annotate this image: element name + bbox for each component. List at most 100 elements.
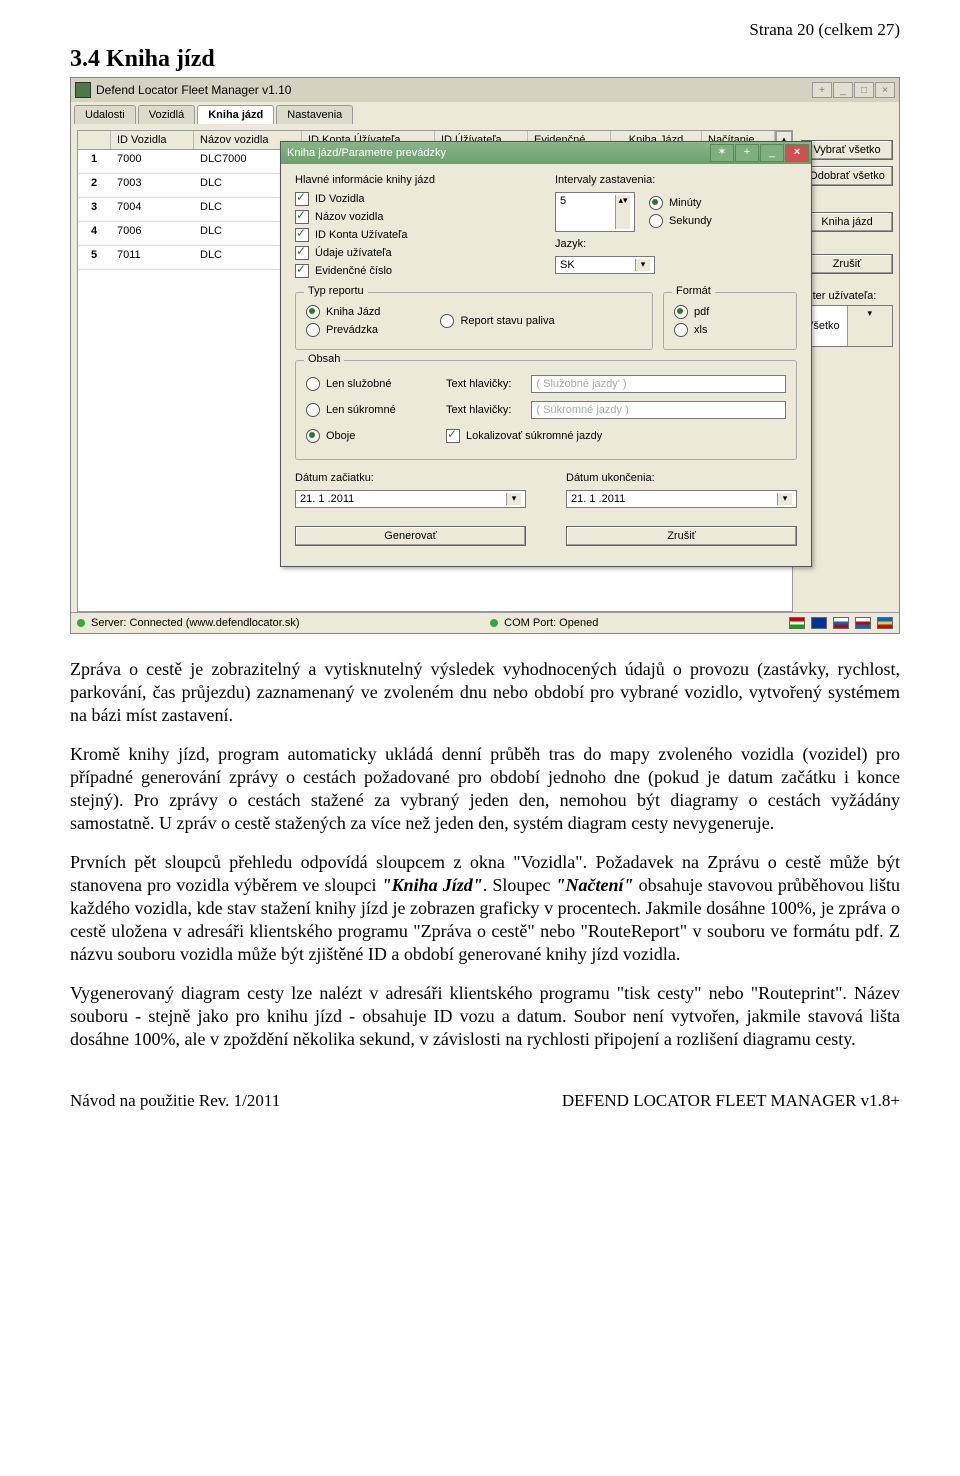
report-params-dialog: Kniha jázd/Parametre prevádzky ✶ + _ × H…	[280, 141, 812, 567]
paragraph-4: Vygenerovaný diagram cesty lze nalézt v …	[70, 982, 900, 1051]
radio-pdf[interactable]	[674, 305, 688, 319]
plus-window-button[interactable]: +	[812, 82, 832, 98]
lang-select[interactable]: SK▾	[555, 256, 655, 274]
label-minutes: Minúty	[669, 197, 701, 209]
footer-right: DEFEND LOCATOR FLEET MANAGER v1.8+	[562, 1091, 900, 1111]
radio-report-paliva[interactable]	[440, 314, 454, 328]
minimize-button[interactable]: _	[833, 82, 853, 98]
check-lokalizovat[interactable]	[446, 429, 460, 443]
maximize-button[interactable]: □	[854, 82, 874, 98]
check-label: Údaje užívateľa	[315, 247, 392, 259]
titlebar: Defend Locator Fleet Manager v1.10 + _ □…	[71, 78, 899, 102]
intervals-label: Intervaly zastavenia:	[555, 174, 797, 186]
format-legend: Formát	[672, 285, 715, 297]
date-start-input[interactable]: 21. 1 .2011▾	[295, 490, 526, 508]
fieldset-format: Formát pdf xls	[663, 292, 797, 350]
check-id-konta-užívateľa[interactable]	[295, 228, 309, 242]
obsah-legend: Obsah	[304, 353, 344, 365]
label-report-paliva: Report stavu paliva	[460, 315, 554, 327]
main-info-label: Hlavné informácie knihy jázd	[295, 174, 537, 186]
typ-legend: Typ reportu	[304, 285, 368, 297]
radio-prevadzka[interactable]	[306, 323, 320, 337]
deselect-all-button[interactable]: Odobrať všetko	[801, 166, 893, 186]
side-panel: Vybrať všetko Odobrať všetko Kniha jázd …	[801, 130, 893, 612]
check-label: ID Konta Užívateľa	[315, 229, 407, 241]
dialog-cancel-button[interactable]: Zrušiť	[566, 526, 797, 546]
date-end-input[interactable]: 21. 1 .2011▾	[566, 490, 797, 508]
paragraph-1: Zpráva o cestě je zobrazitelný a vytiskn…	[70, 658, 900, 727]
dialog-minimize[interactable]: _	[760, 144, 784, 162]
radio-len-sukromne[interactable]	[306, 403, 320, 417]
label-len-sukromne: Len súkromné	[326, 404, 396, 416]
label-kniha-jazd: Kniha Jázd	[326, 306, 380, 318]
check-názov-vozidla[interactable]	[295, 210, 309, 224]
tab-nastavenia[interactable]: Nastavenia	[276, 105, 353, 124]
check-label: ID Vozidla	[315, 193, 365, 205]
date-end-label: Dátum ukončenia:	[566, 472, 797, 484]
radio-minutes[interactable]	[649, 196, 663, 210]
col-blank[interactable]	[78, 131, 111, 149]
label-pdf: pdf	[694, 306, 709, 318]
filter-select[interactable]: < Všetko >▾	[801, 305, 893, 347]
dialog-winbutton-1[interactable]: ✶	[710, 144, 734, 162]
outer-tabs: Udalosti Vozidlá Kniha jázd Nastavenia	[71, 102, 899, 124]
dialog-winbutton-2[interactable]: +	[735, 144, 759, 162]
interval-input[interactable]: 5▴▾	[555, 192, 635, 232]
com-status-icon	[490, 619, 498, 627]
vehicle-table: ID Vozidla Názov vozidla ID Konta Úžívat…	[77, 130, 793, 612]
paragraph-3: Prvních pět sloupců přehledu odpovídá sl…	[70, 851, 900, 966]
kniha-jazd-button[interactable]: Kniha jázd	[801, 212, 893, 232]
header2-input[interactable]: ( Súkromné jazdy )	[531, 401, 786, 419]
check-id-vozidla[interactable]	[295, 192, 309, 206]
page-number: Strana 20 (celkem 27)	[70, 20, 900, 40]
lang-label: Jazyk:	[555, 238, 797, 250]
dialog-title: Kniha jázd/Parametre prevádzky	[287, 147, 446, 159]
label-oboje: Oboje	[326, 430, 355, 442]
fieldset-obsah: Obsah Len služobné Text hlavičky: ( Služ…	[295, 360, 797, 460]
paragraph-2: Kromě knihy jízd, program automaticky uk…	[70, 743, 900, 835]
flag-hu-icon[interactable]	[789, 617, 805, 629]
check-evidenčné-číslo[interactable]	[295, 264, 309, 278]
label-lokalizovat: Lokalizovať súkromné jazdy	[466, 430, 602, 442]
flag-sk-icon[interactable]	[833, 617, 849, 629]
flag-ro-icon[interactable]	[877, 617, 893, 629]
label-xls: xls	[694, 324, 707, 336]
server-status-icon	[77, 619, 85, 627]
dialog-titlebar: Kniha jázd/Parametre prevádzky ✶ + _ ×	[281, 142, 811, 164]
app-icon	[75, 82, 91, 98]
dialog-close[interactable]: ×	[785, 144, 809, 162]
label-len-sluzobne: Len služobné	[326, 378, 391, 390]
tab-vozidla[interactable]: Vozidlá	[138, 105, 195, 124]
radio-kniha-jazd[interactable]	[306, 305, 320, 319]
header1-input[interactable]: ( Služobné jazdy' )	[531, 375, 786, 393]
server-status: Server: Connected (www.defendlocator.sk)	[91, 617, 300, 629]
radio-seconds[interactable]	[649, 214, 663, 228]
close-button[interactable]: ×	[875, 82, 895, 98]
col-id-vozidla[interactable]: ID Vozidla	[111, 131, 194, 149]
radio-oboje[interactable]	[306, 429, 320, 443]
flag-uk-icon[interactable]	[811, 617, 827, 629]
flag-cz-icon[interactable]	[855, 617, 871, 629]
check-údaje-užívateľa[interactable]	[295, 246, 309, 260]
tab-udalosti[interactable]: Udalosti	[74, 105, 136, 124]
app-window: Defend Locator Fleet Manager v1.10 + _ □…	[70, 77, 900, 634]
generate-button[interactable]: Generovať	[295, 526, 526, 546]
com-status: COM Port: Opened	[504, 617, 598, 629]
cancel-button[interactable]: Zrušiť	[801, 254, 893, 274]
check-label: Evidenčné číslo	[315, 265, 392, 277]
label-prevadzka: Prevádzka	[326, 324, 378, 336]
filter-label: Filter užívateľa:	[801, 290, 893, 302]
text-hlavicky-2: Text hlavičky:	[446, 404, 511, 416]
app-title: Defend Locator Fleet Manager v1.10	[96, 83, 291, 97]
statusbar: Server: Connected (www.defendlocator.sk)…	[71, 612, 899, 633]
date-start-label: Dátum začiatku:	[295, 472, 526, 484]
tab-kniha-jazd[interactable]: Kniha jázd	[197, 105, 274, 124]
radio-len-sluzobne[interactable]	[306, 377, 320, 391]
section-heading: 3.4 Kniha jízd	[70, 46, 900, 73]
radio-xls[interactable]	[674, 323, 688, 337]
select-all-button[interactable]: Vybrať všetko	[801, 140, 893, 160]
fieldset-typ-reportu: Typ reportu Kniha Jázd Prevádzka Report …	[295, 292, 653, 350]
check-label: Názov vozidla	[315, 211, 383, 223]
text-hlavicky-1: Text hlavičky:	[446, 378, 511, 390]
footer-left: Návod na použitie Rev. 1/2011	[70, 1091, 280, 1111]
